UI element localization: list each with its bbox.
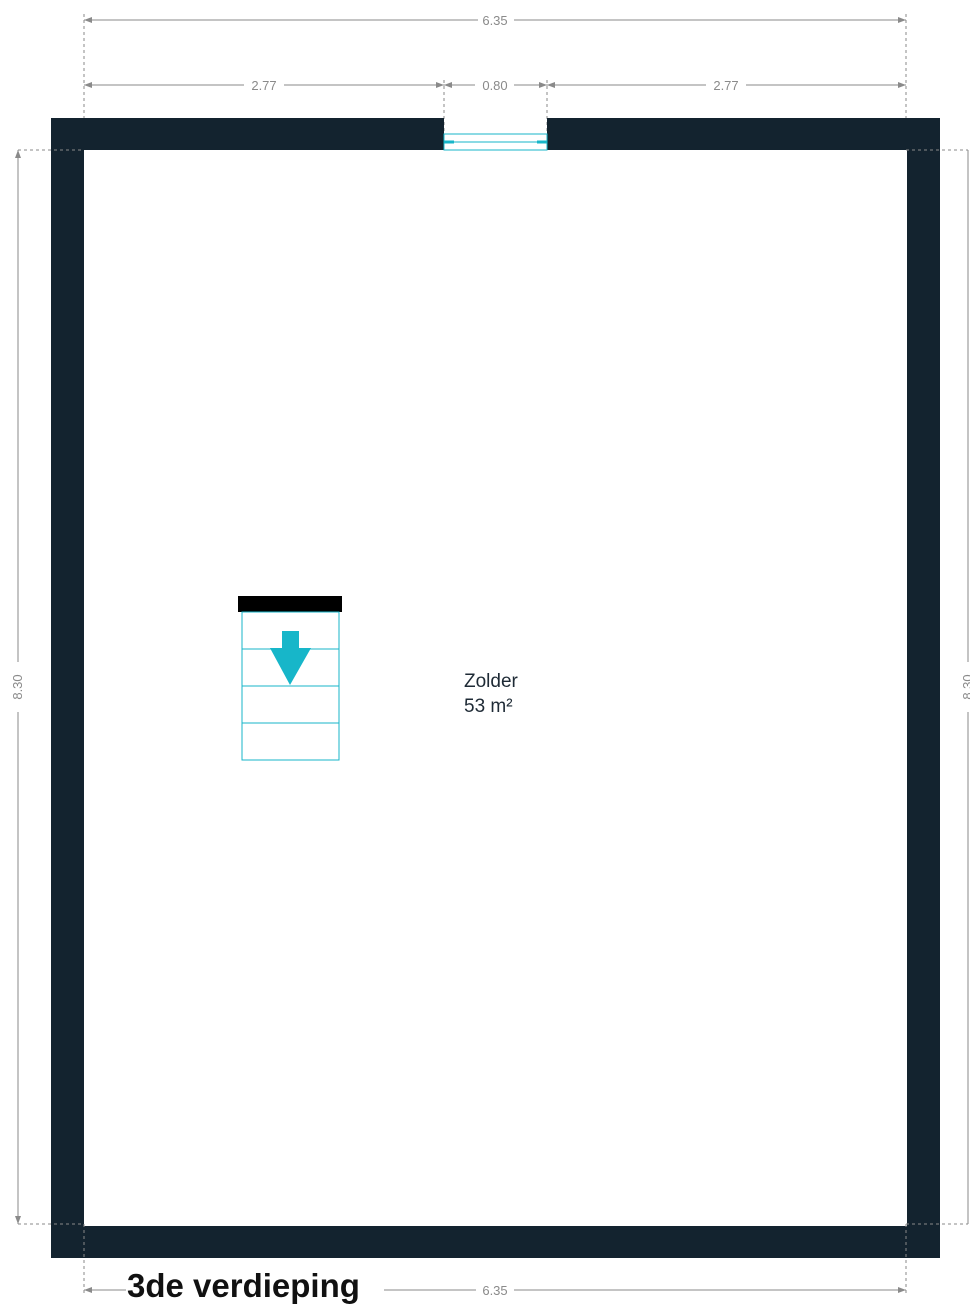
dimension-arrow — [898, 17, 906, 23]
inner-edge-guides — [18, 149, 968, 1296]
room-name: Zolder — [464, 671, 519, 692]
staircase — [238, 596, 342, 761]
dimension-bottom-total-label: 6.35 — [482, 1283, 507, 1298]
room-area: 53 m² — [464, 696, 513, 717]
wall-top-right — [547, 118, 940, 150]
dimension-arrow — [898, 1287, 906, 1293]
dimension-arrow — [436, 82, 444, 88]
stair-landing — [238, 596, 342, 612]
floor-plan: 6.35 2.77 0.80 2.77 8.30 8.30 6.35 Zolde… — [10, 13, 970, 1304]
dimension-arrow — [898, 82, 906, 88]
dimension-top-window-label: 0.80 — [482, 78, 507, 93]
dimension-arrow — [547, 82, 555, 88]
dimension-right-height-label: 8.30 — [960, 674, 970, 699]
dimension-arrow — [444, 82, 452, 88]
dimension-arrow — [15, 1216, 21, 1224]
wall-right — [907, 118, 940, 1258]
wall-left — [51, 118, 84, 1258]
dimension-arrow — [84, 1287, 92, 1293]
dimension-left-height-label: 8.30 — [10, 674, 25, 699]
dimension-arrow — [15, 150, 21, 158]
dimension-top-total-label: 6.35 — [482, 13, 507, 28]
wall-bottom — [51, 1226, 940, 1258]
wall-top-left — [51, 118, 444, 150]
window — [443, 133, 548, 151]
dimension-arrow — [539, 82, 547, 88]
dimension-top-right-label: 2.77 — [713, 78, 738, 93]
dimension-arrow — [84, 82, 92, 88]
dimension-arrow — [84, 17, 92, 23]
floor-title: 3de verdieping — [127, 1267, 360, 1304]
dimension-top-left-label: 2.77 — [251, 78, 276, 93]
